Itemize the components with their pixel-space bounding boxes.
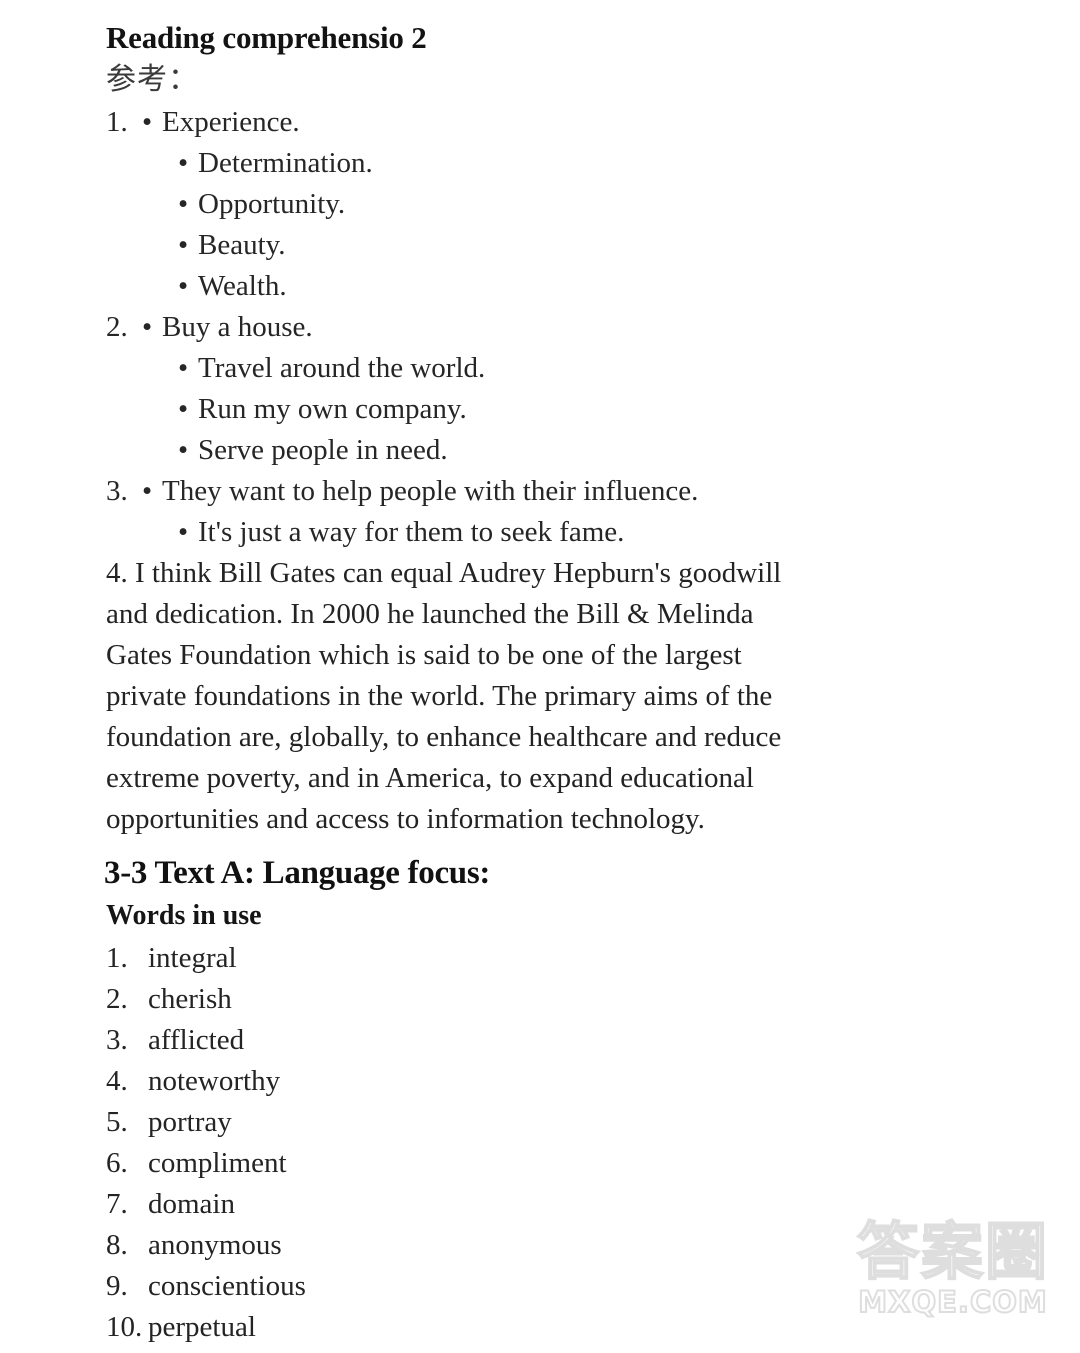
list-item: 10. perpetual — [106, 1307, 1080, 1348]
page-title: Reading comprehensio 2 — [106, 20, 427, 55]
document-page: Reading comprehensio 2 参考： 1. • Experience… — [0, 0, 1080, 1353]
answer-sub-line: • Travel around the world. — [178, 348, 1080, 389]
word-text: domain — [148, 1188, 235, 1220]
answer-text: Experience. — [162, 106, 300, 138]
bullet-icon: • — [178, 434, 189, 466]
list-item: 9. conscientious — [106, 1266, 1080, 1307]
paragraph-line: 4. I think Bill Gates can equal Audrey H… — [106, 557, 782, 589]
bullet-icon: • — [178, 516, 189, 548]
bullet-icon: • — [142, 311, 153, 343]
list-item: 4. noteworthy — [106, 1061, 1080, 1102]
answer-lead-line: 1. • Experience. — [106, 102, 1080, 143]
words-in-use-list: 1. integral 2. cherish 3. afflicted 4. notew… — [106, 938, 1080, 1348]
answer-text: Opportunity. — [198, 188, 346, 220]
sub-heading: Words in use — [106, 900, 262, 931]
bullet-icon: • — [178, 188, 189, 220]
word-number: 6. — [106, 1147, 128, 1179]
answer-number: 2. — [106, 311, 128, 343]
answer-sub-line: • It's just a way for them to seek fame. — [178, 512, 1080, 553]
answer-number: 1. — [106, 106, 128, 138]
bullet-icon: • — [178, 229, 189, 261]
bullet-icon: • — [178, 352, 189, 384]
bullet-icon: • — [142, 475, 153, 507]
answer-group-3: 3. • They want to help people with their i… — [0, 471, 1080, 553]
paragraph-line: opportunities and access to information … — [106, 803, 705, 835]
answer-paragraph: 4. I think Bill Gates can equal Audrey H… — [106, 553, 952, 840]
list-item: 5. portray — [106, 1102, 1080, 1143]
answer-list: 1. • Experience. • Determination. • Opportun… — [0, 102, 1080, 553]
answer-number: 3. — [106, 475, 128, 507]
word-text: anonymous — [148, 1229, 282, 1261]
word-number: 9. — [106, 1270, 128, 1302]
bullet-icon: • — [178, 147, 189, 179]
answer-text: It's just a way for them to seek fame. — [198, 516, 625, 548]
bullet-icon: • — [178, 270, 189, 302]
paragraph-line: extreme poverty, and in America, to expa… — [106, 762, 754, 794]
bullet-icon: • — [142, 106, 153, 138]
answer-text: Buy a house. — [162, 311, 313, 343]
answer-group-1: 1. • Experience. • Determination. • Opportun… — [0, 102, 1080, 307]
word-text: afflicted — [148, 1024, 245, 1056]
answer-lead-line: 2. • Buy a house. — [106, 307, 1080, 348]
answer-sub-line: • Determination. — [178, 143, 1080, 184]
answer-sub-line: • Wealth. — [178, 266, 1080, 307]
answer-text: They want to help people with their infl… — [162, 475, 699, 507]
word-text: conscientious — [148, 1270, 306, 1302]
paragraph-line: Gates Foundation which is said to be one… — [106, 639, 742, 671]
word-number: 4. — [106, 1065, 128, 1097]
list-item: 2. cherish — [106, 979, 1080, 1020]
answer-text: Serve people in need. — [198, 434, 448, 466]
answer-group-2: 2. • Buy a house. • Travel around the world… — [0, 307, 1080, 471]
word-text: noteworthy — [148, 1065, 281, 1097]
answer-text: Wealth. — [198, 270, 287, 302]
word-text: integral — [148, 942, 237, 974]
list-item: 1. integral — [106, 938, 1080, 979]
paragraph-line: foundation are, globally, to enhance hea… — [106, 721, 782, 753]
word-text: portray — [148, 1106, 232, 1138]
word-number: 5. — [106, 1106, 128, 1138]
word-number: 1. — [106, 942, 128, 974]
word-number: 2. — [106, 983, 128, 1015]
answer-sub-line: • Beauty. — [178, 225, 1080, 266]
list-item: 8. anonymous — [106, 1225, 1080, 1266]
list-item: 6. compliment — [106, 1143, 1080, 1184]
word-text: compliment — [148, 1147, 287, 1179]
section-heading: 3-3 Text A: Language focus: — [104, 855, 491, 891]
answer-sub-line: • Opportunity. — [178, 184, 1080, 225]
answer-sub-line: • Serve people in need. — [178, 430, 1080, 471]
paragraph-line: private foundations in the world. The pr… — [106, 680, 773, 712]
answer-sub-line: • Run my own company. — [178, 389, 1080, 430]
list-item: 7. domain — [106, 1184, 1080, 1225]
reference-label: 参考： — [106, 62, 199, 97]
word-text: cherish — [148, 983, 232, 1015]
answer-text: Travel around the world. — [198, 352, 486, 384]
list-item: 3. afflicted — [106, 1020, 1080, 1061]
answer-text: Beauty. — [198, 229, 286, 261]
word-number: 8. — [106, 1229, 128, 1261]
bullet-icon: • — [178, 393, 189, 425]
answer-text: Run my own company. — [198, 393, 467, 425]
answer-lead-line: 3. • They want to help people with their i… — [106, 471, 1080, 512]
paragraph-line: and dedication. In 2000 he launched the … — [106, 598, 754, 630]
word-text: perpetual — [148, 1311, 256, 1343]
word-number: 7. — [106, 1188, 128, 1220]
answer-text: Determination. — [198, 147, 373, 179]
word-number: 3. — [106, 1024, 128, 1056]
word-number: 10. — [106, 1311, 143, 1343]
